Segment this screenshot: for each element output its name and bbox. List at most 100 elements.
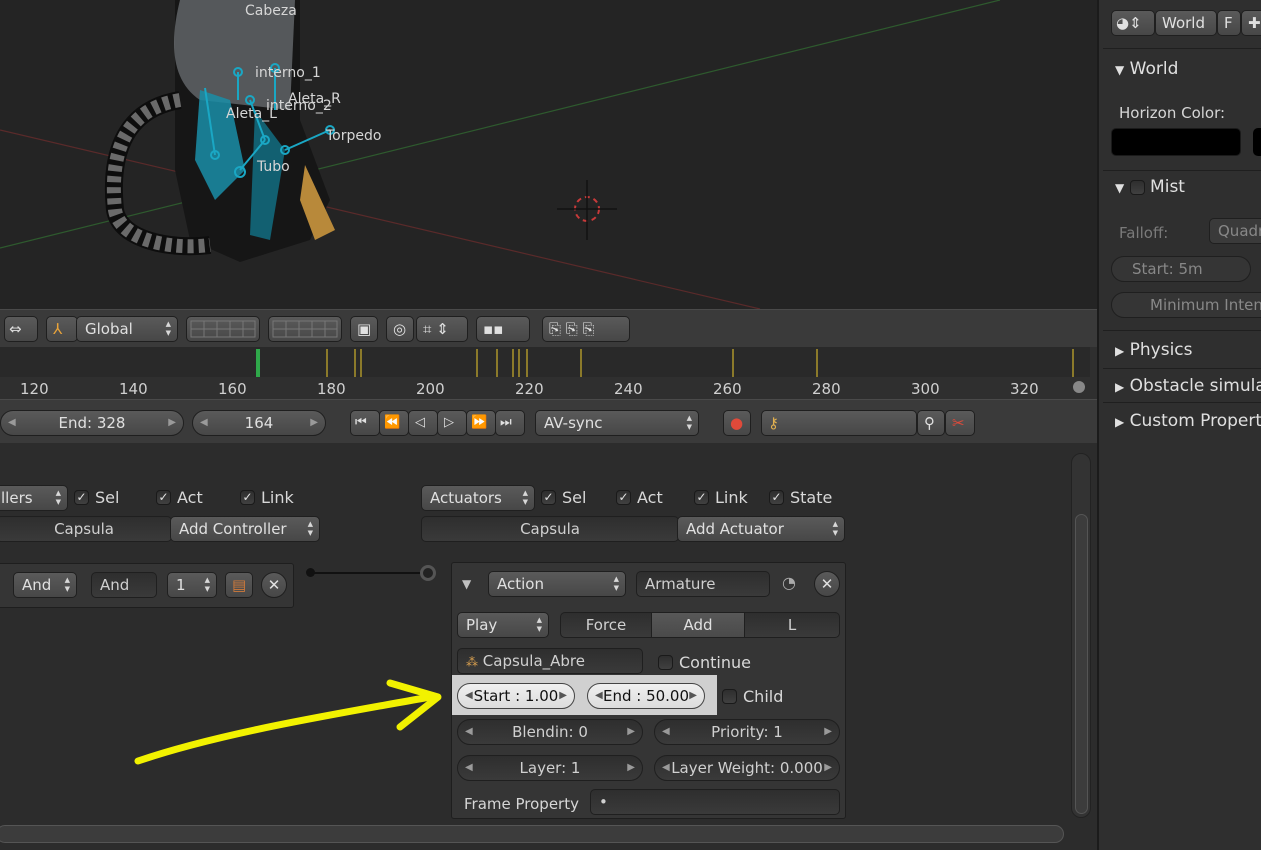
vertical-scrollbar[interactable] — [1071, 453, 1091, 818]
current-frame-indicator[interactable] — [256, 349, 260, 377]
jump-start-icon[interactable]: ⏮ — [350, 410, 380, 436]
frame-property-field[interactable]: • — [590, 789, 840, 815]
layer-weight-field[interactable]: ◀ Layer Weight: 0.000 ▶ — [654, 755, 840, 781]
zenith-color-swatch[interactable] — [1253, 128, 1261, 156]
actuators-state-checkbox[interactable]: ✓ State — [769, 488, 832, 507]
actuator-name-field[interactable]: Armature — [636, 571, 770, 597]
keyframe-marker — [326, 349, 328, 377]
3d-viewport[interactable]: Cabeza interno_1 Aleta_R interno_2 Aleta… — [0, 0, 1097, 309]
mist-section-header[interactable]: ▼ Mist — [1099, 177, 1261, 197]
manipulator-icon[interactable]: ⇔ — [4, 316, 38, 342]
bone-label: Cabeza — [245, 3, 297, 19]
force-toggle[interactable]: Force — [560, 612, 652, 638]
timeline-scroll-handle[interactable] — [1073, 381, 1085, 393]
bone-label: Tubo — [257, 159, 290, 175]
play-mode-select[interactable]: Play — [457, 612, 549, 638]
end-frame-field[interactable]: ◀ End: 328 ▶ — [0, 410, 184, 436]
tick-label: 280 — [812, 380, 841, 398]
layer-field[interactable]: ◀ Layer: 1 ▶ — [457, 755, 643, 781]
custom-properties-section-header[interactable]: ▶ Custom Propert — [1099, 411, 1261, 431]
add-actuator-button[interactable]: Add Actuator — [677, 516, 845, 542]
timeline-header: ◀End: 328▶ ◀164▶ ⏮ ⏪ ◁ ▷ ⏩ ⏭ AV-sync ● ⚷… — [0, 399, 1097, 443]
continue-checkbox[interactable]: Continue — [658, 653, 751, 672]
copy-paste-pose-icon[interactable]: ⎘ ⎘ ⎘ — [542, 316, 630, 342]
tick-label: 160 — [218, 380, 247, 398]
orientation-select[interactable]: Global — [76, 316, 178, 342]
world-name-field[interactable]: World — [1155, 10, 1217, 36]
actuators-sel-checkbox[interactable]: ✓ Sel — [541, 488, 586, 507]
world-add-icon[interactable]: ✚ — [1241, 10, 1261, 36]
local-toggle[interactable]: L — [744, 612, 840, 638]
keyframe-marker — [526, 349, 528, 377]
physics-section-header[interactable]: ▶ Physics — [1099, 340, 1261, 360]
viewport-header: ⇔ ⅄ Global ▣ ◎ ⌗ ⇕ ▪▪ ⎘ ⎘ ⎘ — [0, 309, 1097, 347]
frame-property-label: Frame Property — [464, 795, 579, 813]
timeline[interactable]: 120 140 160 180 200 220 240 260 280 300 … — [0, 347, 1097, 399]
keyframe-marker — [354, 349, 356, 377]
keying-set-field[interactable]: ⚷ — [761, 410, 917, 436]
horizon-color-swatch[interactable] — [1111, 128, 1241, 156]
keyframe-marker — [580, 349, 582, 377]
tick-label: 320 — [1010, 380, 1039, 398]
jump-keyframe-forward-icon[interactable]: ⏩ — [466, 410, 496, 436]
jump-end-icon[interactable]: ⏭ — [495, 410, 525, 436]
keyframe-marker — [518, 349, 520, 377]
layer-grid-2[interactable] — [268, 316, 342, 342]
tick-label: 220 — [515, 380, 544, 398]
tick-label: 260 — [713, 380, 742, 398]
actuator-remove-icon[interactable]: ✕ — [814, 571, 840, 597]
actuator-pin-icon[interactable]: ◔ — [782, 573, 796, 592]
obstacle-section-header[interactable]: ▶ Obstacle simula — [1099, 376, 1261, 396]
action-actuator-panel: ▼ Action Armature ◔ ✕ Play Force Add L ⁂… — [451, 562, 846, 819]
delete-keyframe-icon[interactable]: ✂ — [945, 410, 975, 436]
layer-grid-1[interactable] — [186, 316, 260, 342]
proportional-edit-icon[interactable]: ◎ — [386, 316, 414, 342]
child-checkbox[interactable]: Child — [722, 687, 783, 706]
snap-icon[interactable]: ⌗ ⇕ — [416, 316, 468, 342]
keyframe-marker — [732, 349, 734, 377]
tick-label: 300 — [911, 380, 940, 398]
sync-select[interactable]: AV-sync — [535, 410, 699, 436]
actuator-type-select[interactable]: Action — [488, 571, 626, 597]
3d-cursor — [557, 180, 617, 240]
actuators-link-checkbox[interactable]: ✓ Link — [694, 488, 748, 507]
falloff-label: Falloff: — [1119, 224, 1169, 242]
falloff-select[interactable]: Quadr — [1209, 218, 1261, 244]
current-frame-field[interactable]: ◀ 164 ▶ — [192, 410, 326, 436]
tick-label: 180 — [317, 380, 346, 398]
world-browse-icon[interactable]: ◕⇕ — [1111, 10, 1155, 36]
priority-field[interactable]: ◀ Priority: 1 ▶ — [654, 719, 840, 745]
properties-panel: ◕⇕ World F ✚ ▼ World Horizon Color: ▼ Mi… — [1097, 0, 1261, 850]
add-toggle[interactable]: Add — [651, 612, 745, 638]
world-fake-user-button[interactable]: F — [1217, 10, 1241, 36]
horizon-color-label: Horizon Color: — [1119, 104, 1226, 122]
action-name-field[interactable]: ⁂ Capsula_Abre — [457, 648, 643, 674]
tick-label: 240 — [614, 380, 643, 398]
world-section-header[interactable]: ▼ World — [1099, 59, 1261, 79]
vertical-scroll-thumb[interactable] — [1075, 514, 1088, 814]
end-frame-field[interactable]: ◀ End : 50.00 ▶ — [587, 683, 705, 709]
insert-keyframe-icon[interactable]: ⚲ — [917, 410, 945, 436]
tick-label: 120 — [20, 380, 49, 398]
section-divider — [1103, 368, 1261, 369]
jump-keyframe-back-icon[interactable]: ⏪ — [379, 410, 409, 436]
keyframe-marker — [1072, 349, 1074, 377]
annotation-arrow — [134, 679, 442, 765]
section-divider — [1103, 402, 1261, 403]
transform-orientation-icon[interactable]: ⅄ — [46, 316, 78, 342]
actuators-act-checkbox[interactable]: ✓ Act — [616, 488, 663, 507]
layer-lock-icon[interactable]: ▣ — [350, 316, 378, 342]
play-icon[interactable]: ▷ — [437, 410, 467, 436]
blendin-field[interactable]: ◀ Blendin: 0 ▶ — [457, 719, 643, 745]
mist-min-intensity-field[interactable]: Minimum Inten — [1111, 292, 1261, 318]
play-reverse-icon[interactable]: ◁ — [408, 410, 438, 436]
keyframe-marker — [816, 349, 818, 377]
bone-label: Torpedo — [326, 128, 382, 144]
start-frame-field[interactable]: ◀ Start : 1.00 ▶ — [457, 683, 575, 709]
horizontal-scrollbar[interactable] — [0, 825, 1064, 843]
timeline-track[interactable] — [0, 347, 1090, 377]
logic-editor: llers ✓Sel ✓Act ✓Link Capsula Add Contro… — [0, 443, 1097, 850]
mist-start-field[interactable]: Start: 5m — [1111, 256, 1251, 282]
record-icon[interactable]: ● — [723, 410, 751, 436]
render-camera-icon[interactable]: ▪▪ — [476, 316, 530, 342]
